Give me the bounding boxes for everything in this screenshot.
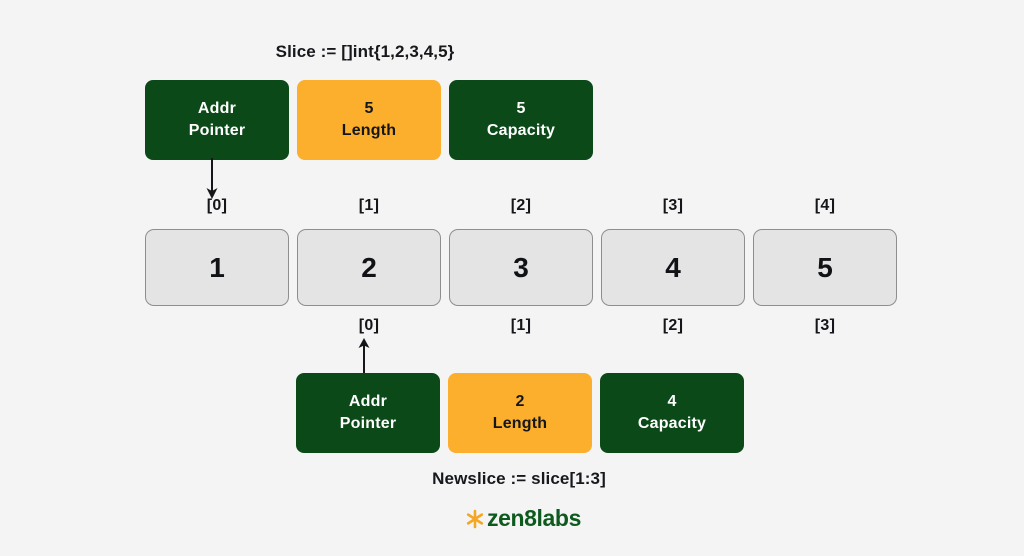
slice-length-box: 5 Length: [297, 80, 441, 160]
slice-addr-pointer-label: Pointer: [188, 121, 246, 139]
newslice-header-row: Addr Pointer 2 Length 4 Capacity: [296, 373, 744, 453]
slice-addr-pointer-box: Addr Pointer: [145, 80, 289, 160]
brand-logo-text: zen8labs: [487, 505, 581, 531]
slice-capacity-box: 5 Capacity: [449, 80, 593, 160]
slice-pointer-down-arrow-icon: [206, 158, 218, 199]
newslice-addr-pointer-label: Pointer: [339, 414, 397, 432]
array-cell: 3: [449, 229, 593, 306]
newslice-capacity-box: 4 Capacity: [600, 373, 744, 453]
array-top-index: [0]: [206, 197, 228, 214]
array-top-index: [4]: [814, 197, 836, 214]
slice-length-value: 5: [364, 99, 374, 117]
array-top-index: [2]: [510, 197, 532, 214]
slice-capacity-label: Capacity: [486, 121, 556, 139]
array-cell: 1: [145, 229, 289, 306]
newslice-addr-pointer-value: Addr: [348, 392, 388, 410]
brand-logo: zen8labs: [11, 505, 1024, 532]
newslice-length-box: 2 Length: [448, 373, 592, 453]
slice-declaration-caption: Slice := []int{1,2,3,4,5}: [275, 42, 455, 61]
diagram-canvas: Slice := []int{1,2,3,4,5} Addr Pointer 5…: [0, 0, 1024, 556]
slice-addr-pointer-value: Addr: [197, 99, 237, 117]
asterisk-icon: [466, 509, 484, 528]
slice-length-label: Length: [341, 121, 397, 139]
array-bottom-index-row: [0] [1] [2] [3]: [297, 317, 897, 335]
newslice-pointer-up-arrow-icon: [358, 338, 370, 376]
array-cell-row: 1 2 3 4 5: [145, 229, 897, 306]
array-bottom-index: [0]: [358, 317, 380, 334]
newslice-declaration-caption: Newslice := slice[1:3]: [432, 469, 606, 488]
array-cell: 5: [753, 229, 897, 306]
newslice-addr-pointer-box: Addr Pointer: [296, 373, 440, 453]
newslice-capacity-label: Capacity: [637, 414, 707, 432]
array-top-index: [1]: [358, 197, 380, 214]
array-bottom-index: [1]: [510, 317, 532, 334]
array-cell: 2: [297, 229, 441, 306]
newslice-length-label: Length: [492, 414, 548, 432]
array-top-index: [3]: [662, 197, 684, 214]
slice-header-row: Addr Pointer 5 Length 5 Capacity: [145, 80, 593, 160]
array-bottom-index: [3]: [814, 317, 836, 334]
newslice-length-value: 2: [515, 392, 525, 410]
slice-capacity-value: 5: [516, 99, 526, 117]
newslice-capacity-value: 4: [667, 392, 677, 410]
array-bottom-index: [2]: [662, 317, 684, 334]
array-top-index-row: [0] [1] [2] [3] [4]: [145, 197, 897, 215]
array-cell: 4: [601, 229, 745, 306]
